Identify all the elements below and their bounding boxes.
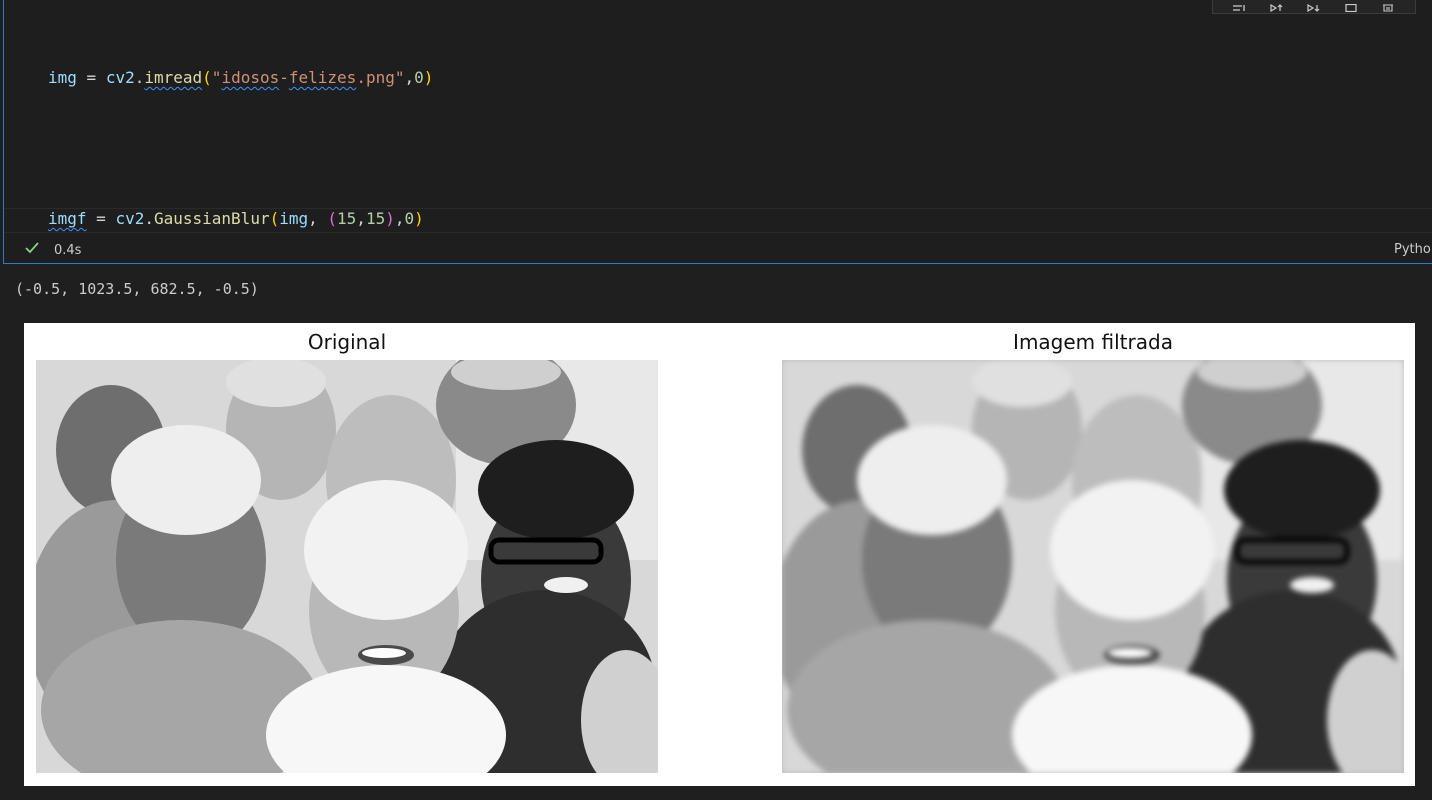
run-by-line-icon[interactable] <box>1232 2 1248 12</box>
filtered-image <box>782 360 1404 773</box>
cell-toolbar <box>1212 0 1416 14</box>
execute-below-icon[interactable] <box>1306 2 1322 12</box>
check-icon <box>24 241 40 259</box>
split-cell-icon[interactable] <box>1343 2 1359 12</box>
code-cell[interactable]: img = cv2.imread("idosos-felizes.png",0)… <box>3 0 1432 652</box>
output-text: (-0.5, 1023.5, 682.5, -0.5) <box>15 280 259 298</box>
original-image <box>36 360 658 773</box>
output-figure: Original Imagem filtrada <box>24 323 1415 786</box>
execute-above-icon[interactable] <box>1269 2 1285 12</box>
left-subplot-title: Original <box>307 330 387 354</box>
delete-cell-icon[interactable] <box>1380 2 1396 12</box>
execution-status: 0.4s <box>24 240 81 260</box>
right-subplot-title: Imagem filtrada <box>1013 330 1173 354</box>
code-line-3: imgf = cv2.GaussianBlur(img, (15,15),0) <box>48 209 424 228</box>
code-line-1: img = cv2.imread("idosos-felizes.png",0) <box>48 68 434 87</box>
cell-language[interactable]: Python <box>1394 242 1432 257</box>
execution-time: 0.4s <box>54 242 82 258</box>
